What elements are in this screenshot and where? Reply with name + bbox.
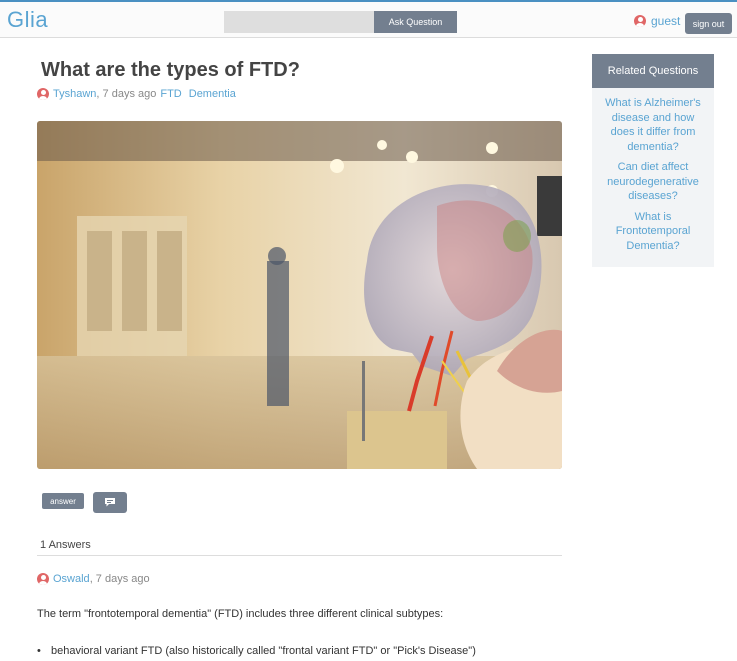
related-question-link[interactable]: Can diet affect neurodegenerative diseas… bbox=[600, 160, 706, 204]
comment-button[interactable] bbox=[93, 492, 127, 513]
answer-body: The term "frontotemporal dementia" (FTD)… bbox=[37, 608, 444, 620]
post-time: , 7 days ago bbox=[96, 88, 157, 100]
comment-icon bbox=[105, 498, 115, 507]
related-question-link[interactable]: What is Frontotemporal Dementia? bbox=[600, 210, 706, 254]
answer-time: , 7 days ago bbox=[89, 573, 150, 585]
author-link[interactable]: Tyshawn bbox=[53, 88, 96, 100]
answer-meta: Oswald, 7 days ago bbox=[37, 573, 150, 585]
user-icon bbox=[37, 88, 49, 100]
related-questions-panel: Related Questions What is Alzheimer's di… bbox=[592, 54, 714, 267]
user-icon bbox=[634, 15, 646, 27]
top-nav-bar: Glia Ask Question guest sign out bbox=[0, 0, 737, 38]
divider bbox=[37, 555, 562, 556]
ask-question-button[interactable]: Ask Question bbox=[374, 11, 457, 33]
user-icon bbox=[37, 573, 49, 585]
user-menu[interactable]: guest bbox=[634, 14, 680, 28]
related-question-link[interactable]: What is Alzheimer's disease and how does… bbox=[600, 96, 706, 154]
search-input[interactable] bbox=[224, 11, 374, 33]
related-questions-list: What is Alzheimer's disease and how does… bbox=[592, 88, 714, 253]
answer-author-link[interactable]: Oswald bbox=[53, 573, 90, 585]
list-item: behavioral variant FTD (also historicall… bbox=[37, 645, 476, 657]
page-title: What are the types of FTD? bbox=[41, 59, 300, 81]
answers-count: 1 Answers bbox=[40, 539, 91, 551]
user-name-link[interactable]: guest bbox=[651, 14, 680, 28]
tag-dementia[interactable]: Dementia bbox=[189, 88, 236, 100]
tag-ftd[interactable]: FTD bbox=[160, 88, 181, 100]
logo[interactable]: Glia bbox=[7, 7, 48, 33]
question-image bbox=[37, 121, 562, 469]
answer-button[interactable]: answer bbox=[42, 493, 84, 509]
answer-list: behavioral variant FTD (also historicall… bbox=[37, 645, 476, 657]
related-questions-title: Related Questions bbox=[592, 54, 714, 88]
question-meta: Tyshawn, 7 days ago FTD Dementia bbox=[37, 88, 236, 100]
sign-out-button[interactable]: sign out bbox=[685, 13, 732, 34]
